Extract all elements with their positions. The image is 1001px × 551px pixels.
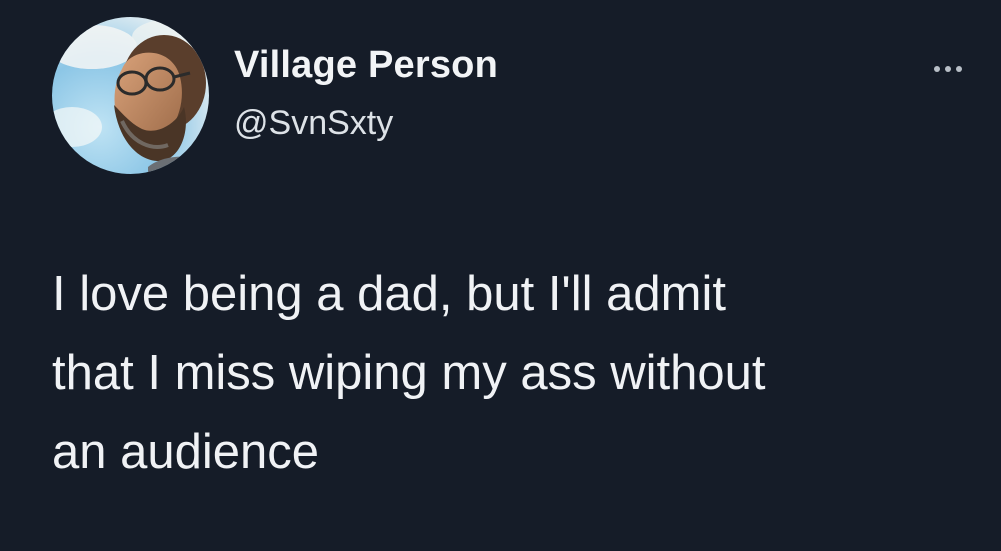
ellipsis-icon[interactable]	[928, 52, 968, 82]
profile-avatar[interactable]	[52, 17, 209, 174]
tweet-text: I love being a dad, but I'll admit that …	[52, 267, 766, 479]
bearded-man-avatar-image	[52, 17, 209, 174]
more-dot	[945, 66, 951, 72]
author-display-name[interactable]: Village Person	[234, 44, 498, 87]
tweet-card: Village Person @SvnSxty I love being a d…	[0, 0, 1001, 551]
author-handle[interactable]: @SvnSxty	[234, 104, 393, 143]
more-dot	[934, 66, 940, 72]
more-dot	[956, 66, 962, 72]
